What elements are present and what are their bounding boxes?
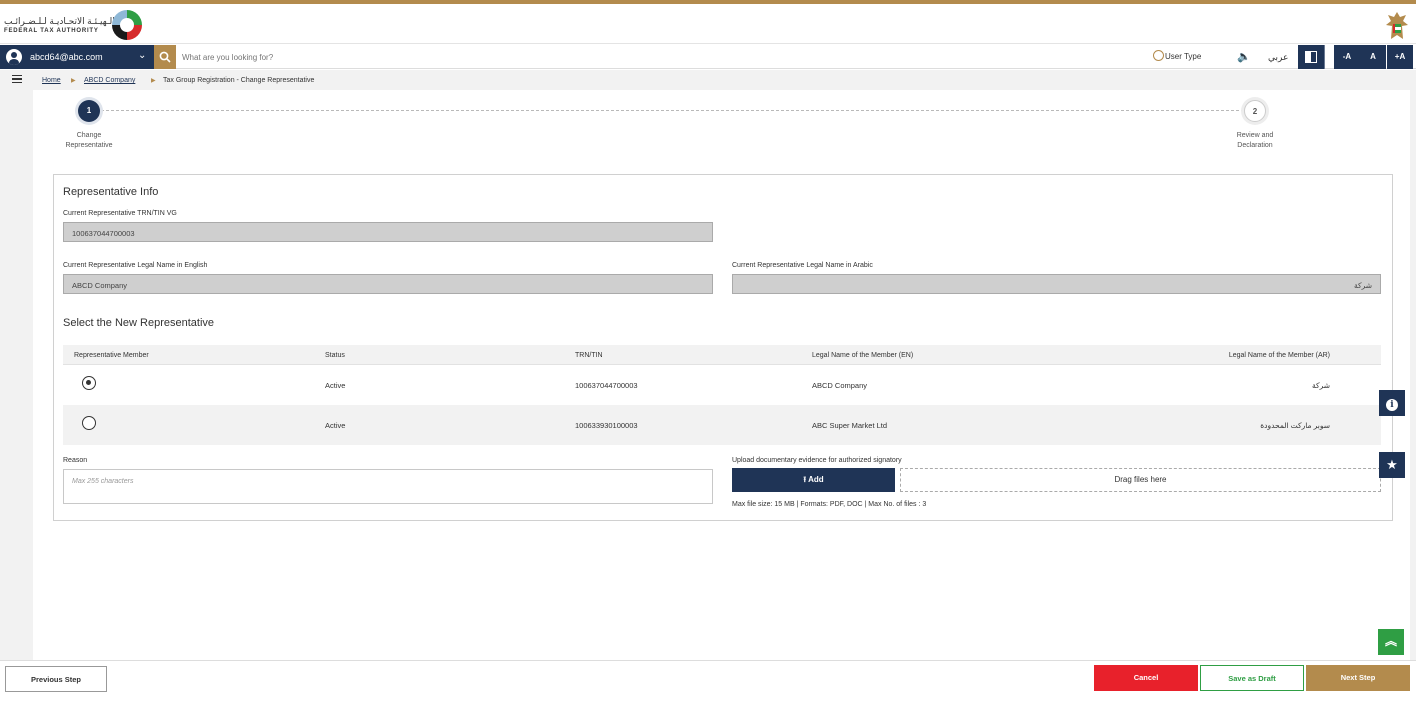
trn-label: Current Representative TRN/TIN VG: [63, 210, 177, 217]
menu-icon[interactable]: [12, 75, 22, 83]
save-draft-button[interactable]: Save as Draft: [1200, 665, 1304, 691]
table-row[interactable]: Active 100637044700003 ABCD Company شركة: [63, 365, 1381, 405]
status-cell: Active: [325, 421, 346, 430]
table-row[interactable]: Active 100633930100003 ABC Super Market …: [63, 405, 1381, 445]
representative-info-title: Representative Info: [63, 186, 159, 198]
upload-icon: ⭱: [803, 475, 807, 484]
search-input[interactable]: [182, 49, 582, 65]
name-ar-label: Current Representative Legal Name in Ara…: [732, 262, 873, 269]
name-en-label: Current Representative Legal Name in Eng…: [63, 262, 208, 269]
fta-logo-icon: [112, 10, 142, 40]
trn-cell: 100633930100003: [575, 421, 638, 430]
add-file-label: Add: [808, 475, 824, 484]
name-ar-field: شركة: [732, 274, 1381, 294]
step-2-circle: 2: [1244, 100, 1266, 122]
trn-cell: 100637044700003: [575, 381, 638, 390]
user-account-menu[interactable]: abcd64@abc.com ⌄: [0, 45, 154, 69]
trn-field: 100637044700003: [63, 222, 713, 242]
user-type-button[interactable]: User Type: [1165, 52, 1201, 61]
chevron-down-icon: ⌄: [138, 50, 147, 61]
reason-label: Reason: [63, 457, 88, 464]
divider: [1324, 45, 1325, 69]
info-icon: i: [1386, 399, 1398, 411]
name-en-field: ABCD Company: [63, 274, 713, 294]
header-logo-bar: الـهيـئـة الاتحـاديـة لـلـضـرائـب FEDERA…: [0, 4, 1416, 44]
member-radio[interactable]: [82, 416, 96, 430]
column-header: Legal Name of the Member (EN): [812, 352, 914, 359]
column-header: Representative Member: [74, 352, 149, 359]
right-gutter: [1410, 90, 1416, 660]
step-1-circle: 1: [78, 100, 100, 122]
column-header: Status: [325, 352, 345, 359]
upload-hint: Max file size: 15 MB | Formats: PDF, DOC…: [732, 501, 927, 508]
name-ar-cell: سوبر ماركت المحدودة: [1260, 421, 1330, 430]
search-button[interactable]: [154, 45, 176, 69]
breadcrumb-current: Tax Group Registration - Change Represen…: [163, 77, 315, 84]
footer-actions: Previous Step Cancel Save as Draft Next …: [0, 660, 1416, 701]
font-decrease-button[interactable]: -A: [1334, 45, 1360, 69]
font-increase-button[interactable]: +A: [1387, 45, 1413, 69]
add-file-button[interactable]: ⭱ Add: [732, 468, 895, 492]
favorite-button[interactable]: ★: [1379, 452, 1405, 478]
upload-label: Upload documentary evidence for authoriz…: [732, 457, 902, 464]
contrast-icon[interactable]: [1298, 45, 1324, 69]
next-step-button[interactable]: Next Step: [1306, 665, 1410, 691]
breadcrumb-separator-icon: ▶: [71, 78, 76, 84]
scroll-top-icon[interactable]: ︽: [1378, 629, 1404, 655]
step-2-label: Review and Declaration: [1236, 132, 1274, 149]
file-drop-zone[interactable]: Drag files here: [900, 468, 1381, 492]
name-en-cell: ABC Super Market Ltd: [812, 421, 888, 430]
logo-english-text: FEDERAL TAX AUTHORITY: [4, 28, 99, 34]
breadcrumb: Home ▶ ABCD Company ▶ Tax Group Registra…: [0, 70, 1416, 90]
breadcrumb-home[interactable]: Home: [42, 77, 61, 84]
status-cell: Active: [325, 381, 346, 390]
user-type-icon: [1153, 50, 1164, 61]
column-header: TRN/TIN: [575, 352, 603, 359]
stepper-line: [96, 110, 1244, 111]
breadcrumb-company[interactable]: ABCD Company: [84, 77, 135, 84]
fta-logo-text: الـهيـئـة الاتحـاديـة لـلـضـرائـب FEDERA…: [4, 16, 115, 36]
reason-textarea[interactable]: Max 255 characters: [63, 469, 713, 504]
logo-arabic-text: الـهيـئـة الاتحـاديـة لـلـضـرائـب: [4, 16, 115, 26]
new-representative-title: Select the New Representative: [63, 317, 215, 329]
top-navigation: abcd64@abc.com ⌄ User Type 🔈 عربي -A A +…: [0, 45, 1416, 69]
step-1-label: Change Representative: [65, 132, 113, 149]
info-button[interactable]: i: [1379, 390, 1405, 416]
font-reset-button[interactable]: A: [1360, 45, 1386, 69]
table-header: Representative Member Status TRN/TIN Leg…: [63, 345, 1381, 365]
breadcrumb-separator-icon: ▶: [151, 78, 156, 84]
left-gutter: [0, 90, 33, 660]
cancel-button[interactable]: Cancel: [1094, 665, 1198, 691]
user-email: abcd64@abc.com: [30, 52, 103, 62]
search-icon: [159, 51, 171, 63]
name-ar-cell: شركة: [1311, 381, 1330, 390]
members-table: Representative Member Status TRN/TIN Leg…: [63, 345, 1381, 445]
language-toggle[interactable]: عربي: [1268, 52, 1288, 63]
uae-emblem-icon: [1386, 12, 1408, 39]
user-icon: [6, 49, 22, 65]
star-icon: ★: [1386, 457, 1398, 472]
name-en-cell: ABCD Company: [812, 381, 868, 390]
previous-step-button[interactable]: Previous Step: [5, 666, 107, 692]
column-header: Legal Name of the Member (AR): [1228, 352, 1330, 359]
speaker-icon[interactable]: 🔈: [1237, 50, 1251, 63]
member-radio-selected[interactable]: [82, 376, 96, 390]
